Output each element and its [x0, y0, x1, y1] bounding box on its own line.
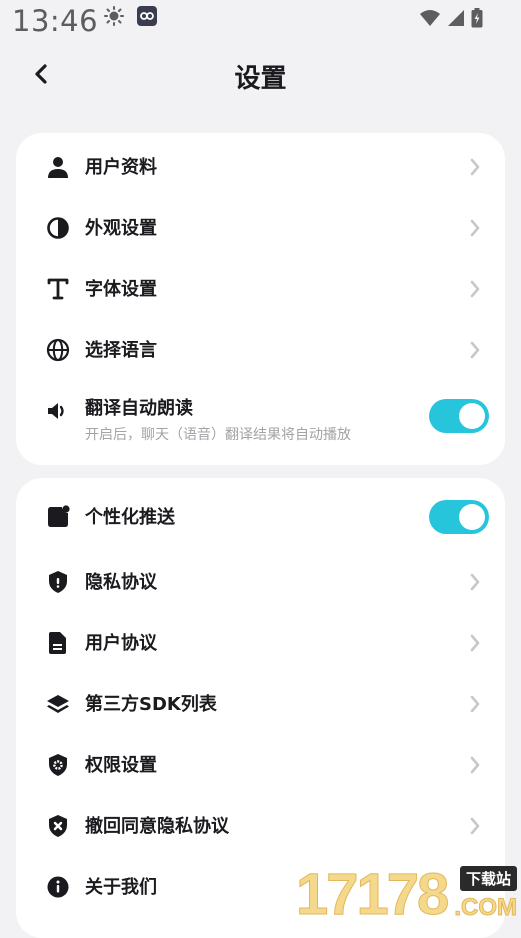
shield-x-icon: [49, 815, 67, 837]
row-label: 第三方SDK列表: [85, 694, 217, 715]
notification-icon: [48, 505, 70, 527]
brightness-icon: [104, 6, 124, 26]
row-user-agreement[interactable]: 用户协议: [16, 615, 505, 671]
chevron-right-icon: [470, 219, 480, 237]
row-font-settings[interactable]: 字体设置: [16, 261, 505, 317]
row-user-profile[interactable]: 用户资料: [16, 139, 505, 195]
chevron-right-icon: [470, 341, 480, 359]
page-title: 设置: [234, 64, 287, 94]
chevron-right-icon: [470, 817, 480, 835]
chevron-right-icon: [470, 573, 480, 591]
auto-read-toggle[interactable]: [429, 399, 489, 433]
wifi-icon: [420, 10, 440, 26]
shield-gear-icon: [49, 754, 67, 776]
contrast-icon: [47, 217, 69, 239]
row-label: 撤回同意隐私协议: [85, 816, 229, 837]
row-personalized-push: 个性化推送: [16, 489, 505, 545]
personalized-push-toggle[interactable]: [429, 500, 489, 534]
row-label: 权限设置: [85, 755, 157, 776]
font-icon: [47, 278, 69, 300]
signal-icon: [448, 10, 464, 26]
chevron-right-icon: [470, 695, 480, 713]
row-label: 字体设置: [85, 279, 157, 300]
info-icon: [47, 876, 69, 898]
row-label: 关于我们: [85, 877, 157, 898]
row-revoke-privacy-consent[interactable]: 撤回同意隐私协议: [16, 798, 505, 854]
chevron-right-icon: [470, 634, 480, 652]
chevron-right-icon: [470, 158, 480, 176]
toggle-knob: [459, 504, 485, 530]
row-label: 个性化推送: [85, 507, 175, 528]
site-watermark: 17178 下载站 .COM: [295, 862, 521, 927]
chevron-right-icon: [470, 280, 480, 298]
status-time: 13:46: [12, 4, 99, 38]
row-description: 开启后，聊天（语音）翻译结果将自动播放: [85, 427, 351, 443]
shield-icon: [49, 571, 67, 593]
row-appearance[interactable]: 外观设置: [16, 200, 505, 256]
row-label: 选择语言: [85, 340, 157, 361]
settings-card-general: 用户资料 外观设置 字体设置 选择语言 翻译自动朗读 开启后，聊天（语音）翻译结…: [16, 133, 505, 465]
row-label: 外观设置: [85, 218, 157, 239]
document-icon: [49, 632, 66, 654]
row-language[interactable]: 选择语言: [16, 322, 505, 378]
watermark-badge: 下载站: [459, 866, 517, 891]
row-label: 隐私协议: [85, 572, 157, 593]
row-permissions[interactable]: 权限设置: [16, 737, 505, 793]
watermark-domain: .COM: [454, 894, 518, 922]
layers-icon: [47, 695, 69, 713]
row-label: 翻译自动朗读: [85, 398, 193, 419]
chevron-right-icon: [470, 756, 480, 774]
row-label: 用户协议: [85, 633, 157, 654]
row-third-party-sdk[interactable]: 第三方SDK列表: [16, 676, 505, 732]
speaker-icon: [48, 403, 64, 419]
battery-icon: [471, 8, 483, 28]
header: 设置: [0, 50, 521, 100]
row-auto-read: 翻译自动朗读 开启后，聊天（语音）翻译结果将自动播放: [16, 381, 505, 457]
row-privacy-policy[interactable]: 隐私协议: [16, 554, 505, 610]
globe-icon: [46, 338, 70, 362]
toggle-knob: [459, 403, 485, 429]
row-label: 用户资料: [85, 157, 157, 178]
user-icon: [48, 157, 68, 178]
watermark-number: 17178: [295, 862, 449, 927]
app-notification-icon: [137, 6, 157, 26]
status-bar: 13:46: [0, 0, 521, 44]
